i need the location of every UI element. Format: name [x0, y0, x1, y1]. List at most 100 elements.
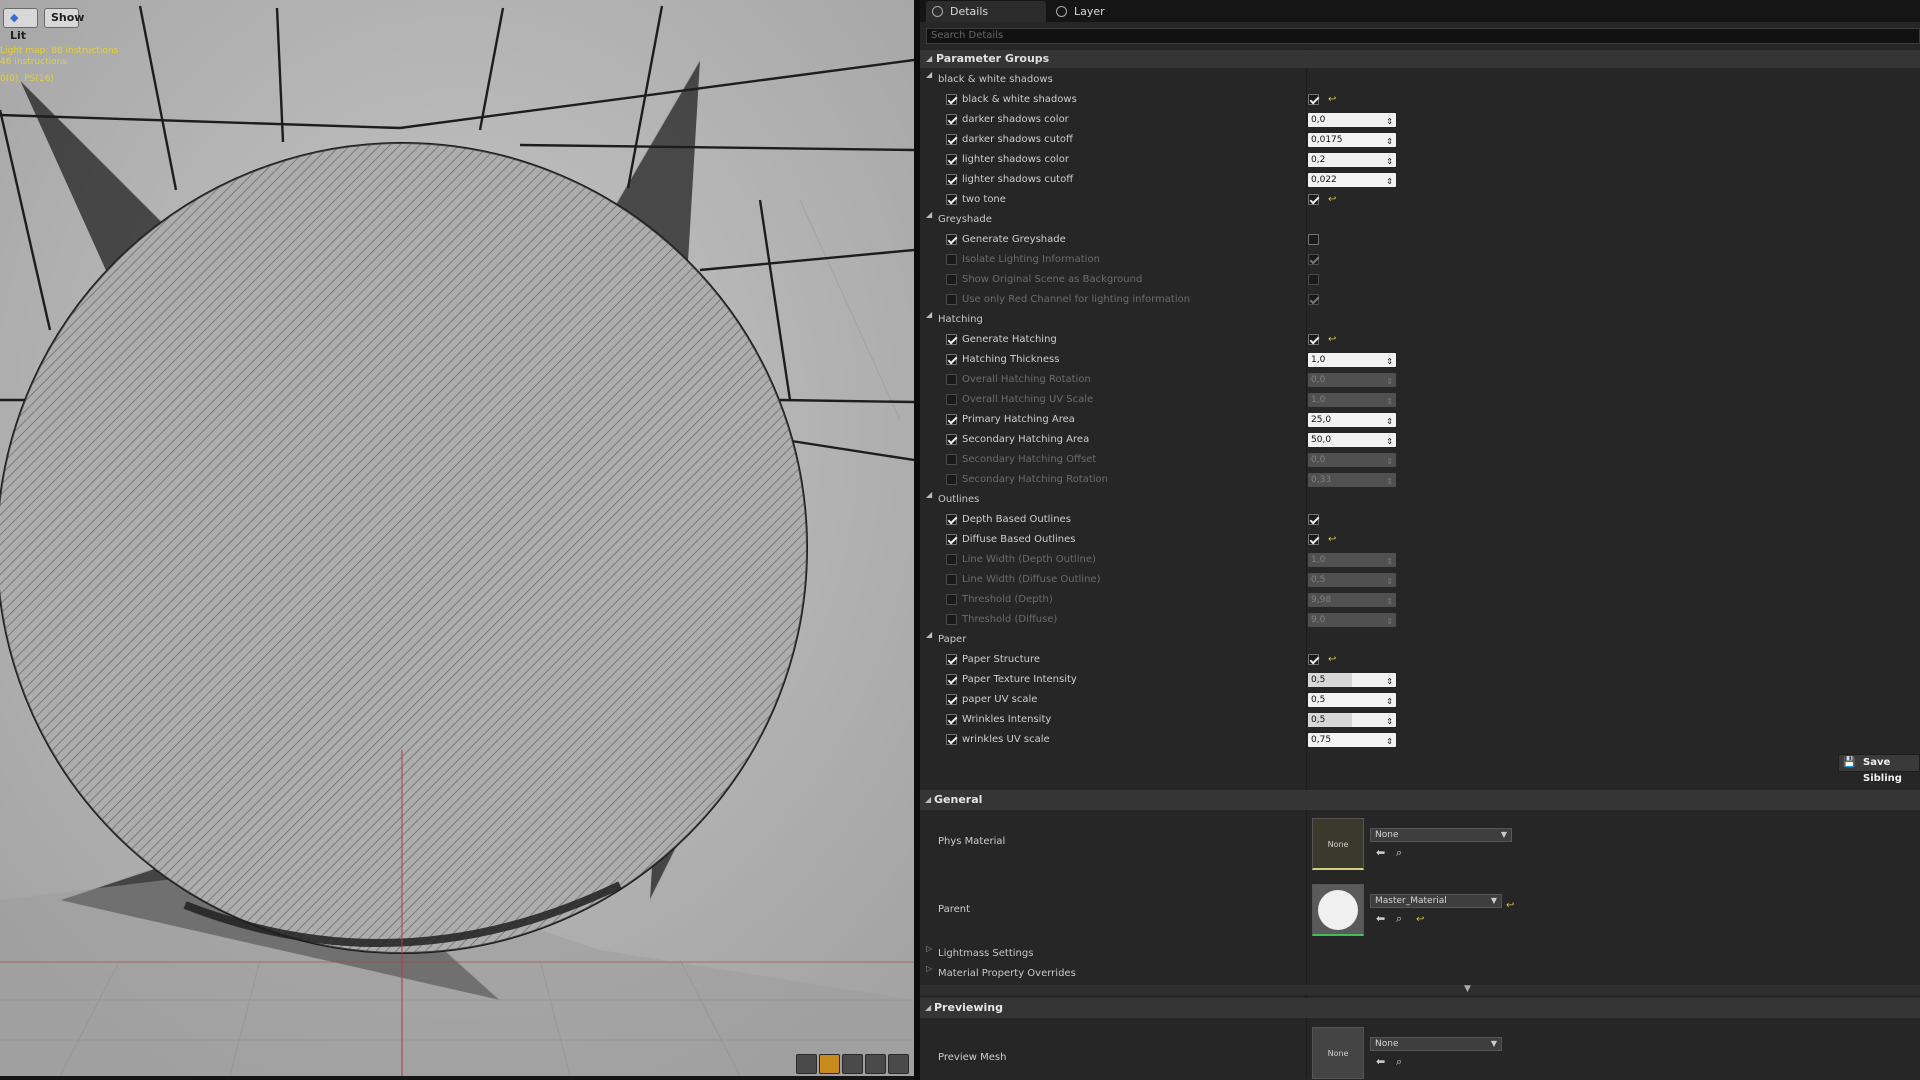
general-header[interactable]: ◢ General — [920, 790, 1920, 810]
use-selected-icon[interactable]: ⬅ — [1376, 846, 1385, 859]
parameter-value-field[interactable]: 9,0 ⇕ — [1308, 613, 1396, 627]
parameter-override-checkbox[interactable] — [946, 374, 957, 385]
parameter-override-checkbox[interactable] — [946, 114, 957, 125]
reset-arrow-icon[interactable]: ↩ — [1328, 334, 1336, 345]
previewing-header[interactable]: ◢ Previewing — [920, 998, 1920, 1018]
parameter-value-field[interactable]: 0,75 ⇕ — [1308, 733, 1396, 747]
group-header[interactable]: ◢ Outlines — [920, 490, 1920, 510]
spin-arrows-icon[interactable]: ⇕ — [1386, 375, 1393, 389]
spin-arrows-icon[interactable]: ⇕ — [1386, 595, 1393, 609]
spin-arrows-icon[interactable]: ⇕ — [1386, 615, 1393, 629]
group-header[interactable]: ◢ Hatching — [920, 310, 1920, 330]
parameter-value-field[interactable]: 50,0 ⇕ — [1308, 433, 1396, 447]
browse-icon[interactable]: ⌕ — [1396, 846, 1402, 860]
reset-arrow-icon[interactable]: ↩ — [1416, 914, 1424, 925]
spin-arrows-icon[interactable]: ⇕ — [1386, 395, 1393, 409]
parameter-groups-header[interactable]: ◢ Parameter Groups — [920, 50, 1920, 68]
browse-icon[interactable]: ⌕ — [1396, 912, 1402, 926]
cube-icon[interactable] — [865, 1054, 886, 1074]
parameter-override-checkbox[interactable] — [946, 674, 957, 685]
parameter-value-checkbox[interactable] — [1308, 194, 1319, 205]
parameter-value-field[interactable]: 0,022 ⇕ — [1308, 173, 1396, 187]
plane-icon[interactable] — [842, 1054, 863, 1074]
parameter-value-field[interactable]: 0,5 ⇕ — [1308, 693, 1396, 707]
parameter-value-checkbox[interactable] — [1308, 234, 1319, 245]
spin-arrows-icon[interactable]: ⇕ — [1386, 455, 1393, 469]
parameter-override-checkbox[interactable] — [946, 354, 957, 365]
parameter-override-checkbox[interactable] — [946, 654, 957, 665]
parameter-override-checkbox[interactable] — [946, 734, 957, 745]
parameter-override-checkbox[interactable] — [946, 454, 957, 465]
parameter-value-checkbox[interactable] — [1308, 294, 1319, 305]
parameter-override-checkbox[interactable] — [946, 574, 957, 585]
parent-thumbnail[interactable] — [1312, 884, 1364, 936]
parameter-value-checkbox[interactable] — [1308, 94, 1319, 105]
parameter-override-checkbox[interactable] — [946, 194, 957, 205]
parameter-override-checkbox[interactable] — [946, 154, 957, 165]
parameter-value-field[interactable]: 0,0175 ⇕ — [1308, 133, 1396, 147]
parameter-value-field[interactable]: 0,0 ⇕ — [1308, 453, 1396, 467]
material-property-overrides-row[interactable]: ▷ Material Property Overrides — [920, 964, 1920, 984]
parameter-value-field[interactable]: 0,33 ⇕ — [1308, 473, 1396, 487]
spin-arrows-icon[interactable]: ⇕ — [1386, 435, 1393, 449]
parameter-override-checkbox[interactable] — [946, 534, 957, 545]
parameter-value-checkbox[interactable] — [1308, 514, 1319, 525]
spin-arrows-icon[interactable]: ⇕ — [1386, 115, 1393, 129]
spin-arrows-icon[interactable]: ⇕ — [1386, 175, 1393, 189]
parameter-override-checkbox[interactable] — [946, 274, 957, 285]
spin-arrows-icon[interactable]: ⇕ — [1386, 155, 1393, 169]
spin-arrows-icon[interactable]: ⇕ — [1386, 735, 1393, 749]
advanced-expander[interactable]: ▼ — [920, 984, 1920, 995]
group-header[interactable]: ◢ black & white shadows — [920, 70, 1920, 90]
tab-details[interactable]: Details — [926, 1, 1046, 22]
use-selected-icon[interactable]: ⬅ — [1376, 912, 1385, 925]
parameter-override-checkbox[interactable] — [946, 614, 957, 625]
phys-material-combo[interactable]: None ▼ — [1370, 828, 1512, 842]
phys-material-thumbnail[interactable]: None — [1312, 818, 1364, 870]
parameter-value-field[interactable]: 1,0 ⇕ — [1308, 553, 1396, 567]
use-selected-icon[interactable]: ⬅ — [1376, 1055, 1385, 1068]
lit-button[interactable]: ◆ Lit — [3, 8, 38, 42]
viewport[interactable]: ◆ Lit Show Light map: 88 instructions 46… — [0, 0, 914, 1076]
sphere-icon[interactable] — [819, 1054, 840, 1074]
spin-arrows-icon[interactable]: ⇕ — [1386, 135, 1393, 149]
parameter-override-checkbox[interactable] — [946, 594, 957, 605]
reset-arrow-icon[interactable]: ↩ — [1328, 654, 1336, 665]
parameter-override-checkbox[interactable] — [946, 174, 957, 185]
spin-arrows-icon[interactable]: ⇕ — [1386, 475, 1393, 489]
parent-combo[interactable]: Master_Material ▼ — [1370, 894, 1502, 908]
parameter-value-field[interactable]: 0,0 ⇕ — [1308, 113, 1396, 127]
reset-arrow-icon[interactable]: ↩ — [1506, 900, 1514, 911]
parameter-value-field[interactable]: 1,0 ⇕ — [1308, 353, 1396, 367]
group-header[interactable]: ◢ Greyshade — [920, 210, 1920, 230]
perspective-icon[interactable] — [796, 1054, 817, 1074]
parameter-override-checkbox[interactable] — [946, 714, 957, 725]
parameter-override-checkbox[interactable] — [946, 514, 957, 525]
parameter-value-field[interactable]: 0,5 ⇕ — [1308, 673, 1396, 687]
parameter-value-field[interactable]: 9,98 ⇕ — [1308, 593, 1396, 607]
parameter-value-checkbox[interactable] — [1308, 274, 1319, 285]
teapot-icon[interactable] — [888, 1054, 909, 1074]
parameter-override-checkbox[interactable] — [946, 334, 957, 345]
spin-arrows-icon[interactable]: ⇕ — [1386, 555, 1393, 569]
parameter-value-checkbox[interactable] — [1308, 254, 1319, 265]
parameter-value-field[interactable]: 0,2 ⇕ — [1308, 153, 1396, 167]
reset-arrow-icon[interactable]: ↩ — [1328, 94, 1336, 105]
parameter-value-field[interactable]: 0,5 ⇕ — [1308, 573, 1396, 587]
parameter-value-checkbox[interactable] — [1308, 534, 1319, 545]
parameter-override-checkbox[interactable] — [946, 694, 957, 705]
search-input[interactable]: Search Details — [926, 28, 1920, 44]
spin-arrows-icon[interactable]: ⇕ — [1386, 575, 1393, 589]
preview-mesh-combo[interactable]: None ▼ — [1370, 1037, 1502, 1051]
spin-arrows-icon[interactable]: ⇕ — [1386, 355, 1393, 369]
parameter-value-checkbox[interactable] — [1308, 334, 1319, 345]
parameter-override-checkbox[interactable] — [946, 394, 957, 405]
parameter-override-checkbox[interactable] — [946, 554, 957, 565]
reset-arrow-icon[interactable]: ↩ — [1328, 194, 1336, 205]
parameter-override-checkbox[interactable] — [946, 234, 957, 245]
parameter-override-checkbox[interactable] — [946, 414, 957, 425]
spin-arrows-icon[interactable]: ⇕ — [1386, 715, 1393, 729]
parameter-override-checkbox[interactable] — [946, 474, 957, 485]
tab-layer-parameters[interactable]: Layer Parameters — [1050, 1, 1170, 39]
group-header[interactable]: ◢ Paper — [920, 630, 1920, 650]
